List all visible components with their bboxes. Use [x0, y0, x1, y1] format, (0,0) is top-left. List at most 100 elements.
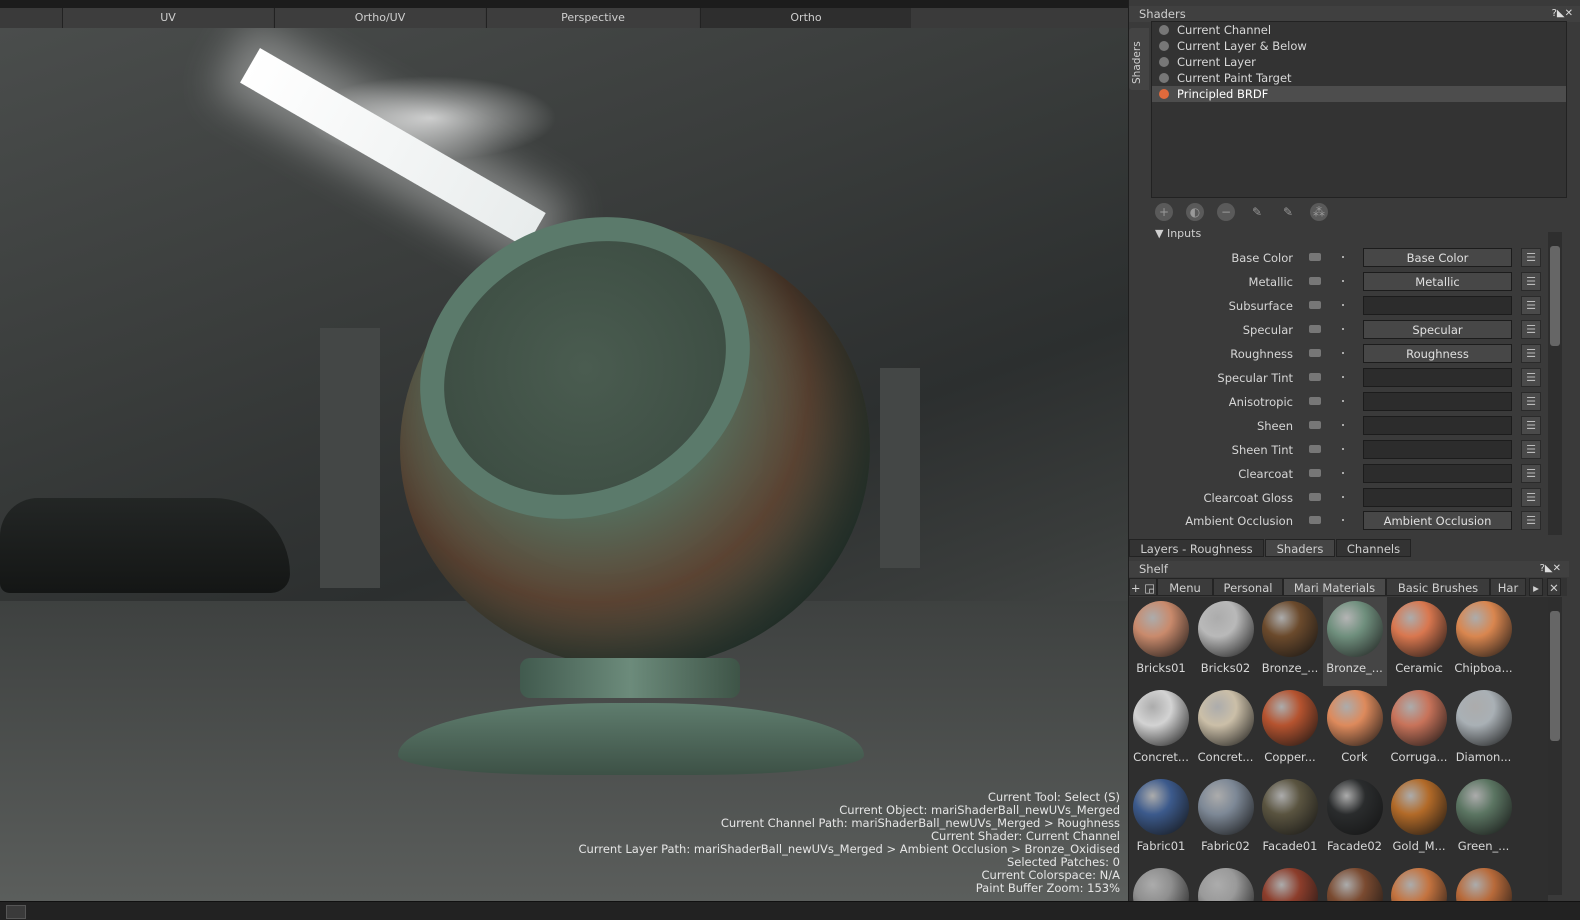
material-thumbnail[interactable]: Diamon...	[1452, 686, 1516, 775]
toggle-switch[interactable]	[1309, 493, 1321, 501]
tab-layers-roughness[interactable]: Layers - Roughness	[1129, 539, 1264, 557]
material-thumbnail[interactable]: Cork	[1323, 686, 1387, 775]
shaders-side-tab[interactable]: Shaders	[1129, 28, 1149, 90]
material-thumbnail[interactable]: Bronze_...	[1258, 597, 1322, 686]
shelf-tab-basic-brushes[interactable]: Basic Brushes	[1386, 578, 1490, 596]
toggle-switch[interactable]	[1309, 373, 1321, 381]
slot-menu-icon[interactable]: ☰	[1521, 440, 1541, 459]
material-thumbnail[interactable]: Facade01	[1258, 775, 1322, 864]
tab-ortho[interactable]: Ortho	[700, 8, 911, 28]
channel-slot[interactable]: Roughness	[1363, 344, 1512, 363]
panel-controls-icon[interactable]: ?◣✕	[1552, 6, 1573, 22]
shelf-tab-more[interactable]: Har	[1490, 578, 1526, 596]
channel-slot[interactable]	[1363, 464, 1512, 483]
tab-channels[interactable]: Channels	[1336, 539, 1411, 557]
slot-menu-icon[interactable]: ☰	[1521, 392, 1541, 411]
toggle-switch[interactable]	[1309, 469, 1321, 477]
scroll-thumb[interactable]	[1550, 246, 1560, 346]
toggle-switch[interactable]	[1309, 516, 1321, 524]
material-thumbnail[interactable]: Concret...	[1129, 686, 1193, 775]
material-thumbnail[interactable]: Bricks02	[1194, 597, 1258, 686]
shader-item[interactable]: Current Channel	[1152, 22, 1566, 38]
material-thumbnail[interactable]: Chipboa...	[1452, 597, 1516, 686]
shader-item[interactable]: Current Paint Target	[1152, 70, 1566, 86]
inputs-section-header[interactable]: ▼ Inputs	[1155, 227, 1201, 240]
material-thumbnail[interactable]	[1387, 864, 1451, 901]
scroll-thumb[interactable]	[1550, 611, 1560, 741]
channel-slot[interactable]	[1363, 392, 1512, 411]
toggle-switch[interactable]	[1309, 349, 1321, 357]
material-thumbnail[interactable]: Fabric01	[1129, 775, 1193, 864]
material-thumbnail[interactable]: Facade02	[1323, 775, 1387, 864]
material-thumbnail[interactable]: Ceramic	[1387, 597, 1451, 686]
slot-menu-icon[interactable]: ☰	[1521, 488, 1541, 507]
inputs-scrollbar[interactable]	[1548, 232, 1562, 535]
shelf-tab-personal[interactable]: Personal	[1213, 578, 1283, 596]
toggle-switch[interactable]	[1309, 397, 1321, 405]
input-row-sheen-tint: Sheen Tint ☰	[1151, 439, 1551, 461]
material-thumbnail[interactable]: Bronze_...	[1322, 597, 1387, 686]
shelf-close-icon[interactable]: ✕	[1547, 578, 1561, 596]
tab-ortho-uv[interactable]: Ortho/UV	[274, 8, 485, 28]
material-thumbnail[interactable]	[1258, 864, 1322, 901]
shader-item-label: Current Layer & Below	[1177, 39, 1307, 53]
shelf-tab-menu[interactable]: Menu	[1157, 578, 1213, 596]
channel-slot[interactable]	[1363, 416, 1512, 435]
toggle-switch[interactable]	[1309, 253, 1321, 261]
toggle-switch[interactable]	[1309, 301, 1321, 309]
shelf-scrollbar[interactable]	[1548, 597, 1562, 895]
shader-item-label: Current Layer	[1177, 55, 1256, 69]
toggle-switch[interactable]	[1309, 421, 1321, 429]
tab-shaders[interactable]: Shaders	[1265, 539, 1335, 557]
tab-perspective[interactable]: Perspective	[486, 8, 699, 28]
material-thumbnail[interactable]: Fabric02	[1194, 775, 1258, 864]
channel-slot[interactable]: Ambient Occlusion	[1363, 511, 1512, 530]
slot-menu-icon[interactable]: ☰	[1521, 368, 1541, 387]
toggle-switch[interactable]	[1309, 277, 1321, 285]
pillar-right	[880, 368, 920, 568]
channel-slot[interactable]	[1363, 296, 1512, 315]
duplicate-shader-icon[interactable]: ◐	[1186, 203, 1204, 221]
material-thumbnail[interactable]	[1323, 864, 1387, 901]
3d-viewport[interactable]: Current Tool: Select (S) Current Object: …	[0, 28, 1128, 901]
tab-uv[interactable]: UV	[62, 8, 273, 28]
shader-item[interactable]: Current Layer	[1152, 54, 1566, 70]
shader-layers-icon[interactable]: ⁂	[1310, 203, 1328, 221]
channel-slot[interactable]: Specular	[1363, 320, 1512, 339]
channel-slot[interactable]: Base Color	[1363, 248, 1512, 267]
shader-item[interactable]: Current Layer & Below	[1152, 38, 1566, 54]
slot-menu-icon[interactable]: ☰	[1521, 296, 1541, 315]
slot-menu-icon[interactable]: ☰	[1521, 272, 1541, 291]
channel-slot[interactable]	[1363, 440, 1512, 459]
slot-menu-icon[interactable]: ☰	[1521, 464, 1541, 483]
channel-slot[interactable]: Metallic	[1363, 272, 1512, 291]
shader-item-selected[interactable]: Principled BRDF	[1152, 86, 1566, 102]
dot-marker	[1342, 280, 1344, 282]
material-thumbnail[interactable]: Bricks01	[1129, 597, 1193, 686]
add-shader-icon[interactable]: +	[1155, 203, 1173, 221]
toggle-switch[interactable]	[1309, 325, 1321, 333]
slot-menu-icon[interactable]: ☰	[1521, 344, 1541, 363]
material-thumbnail[interactable]: Concret...	[1194, 686, 1258, 775]
material-thumbnail[interactable]: Corruga...	[1387, 686, 1451, 775]
material-thumbnail[interactable]: Green_...	[1452, 775, 1516, 864]
remove-shader-icon[interactable]: −	[1217, 203, 1235, 221]
shelf-scroll-right-icon[interactable]: ▸	[1529, 578, 1543, 596]
slot-menu-icon[interactable]: ☰	[1521, 248, 1541, 267]
material-thumbnail[interactable]: Copper...	[1258, 686, 1322, 775]
toggle-switch[interactable]	[1309, 445, 1321, 453]
shelf-add-icon[interactable]: + ◲	[1129, 578, 1157, 596]
material-thumbnail[interactable]	[1194, 864, 1258, 901]
pin-icon[interactable]: ✎	[1248, 203, 1266, 221]
pin-alt-icon[interactable]: ✎	[1279, 203, 1297, 221]
slot-menu-icon[interactable]: ☰	[1521, 416, 1541, 435]
shelf-tab-mari-materials[interactable]: Mari Materials	[1283, 578, 1386, 596]
material-thumbnail[interactable]	[1129, 864, 1193, 901]
slot-menu-icon[interactable]: ☰	[1521, 320, 1541, 339]
channel-slot[interactable]	[1363, 368, 1512, 387]
channel-slot[interactable]	[1363, 488, 1512, 507]
material-thumbnail[interactable]	[1452, 864, 1516, 901]
material-thumbnail[interactable]: Gold_M...	[1387, 775, 1451, 864]
shelf-controls-icon[interactable]: ?◣✕	[1540, 561, 1561, 577]
slot-menu-icon[interactable]: ☰	[1521, 511, 1541, 530]
